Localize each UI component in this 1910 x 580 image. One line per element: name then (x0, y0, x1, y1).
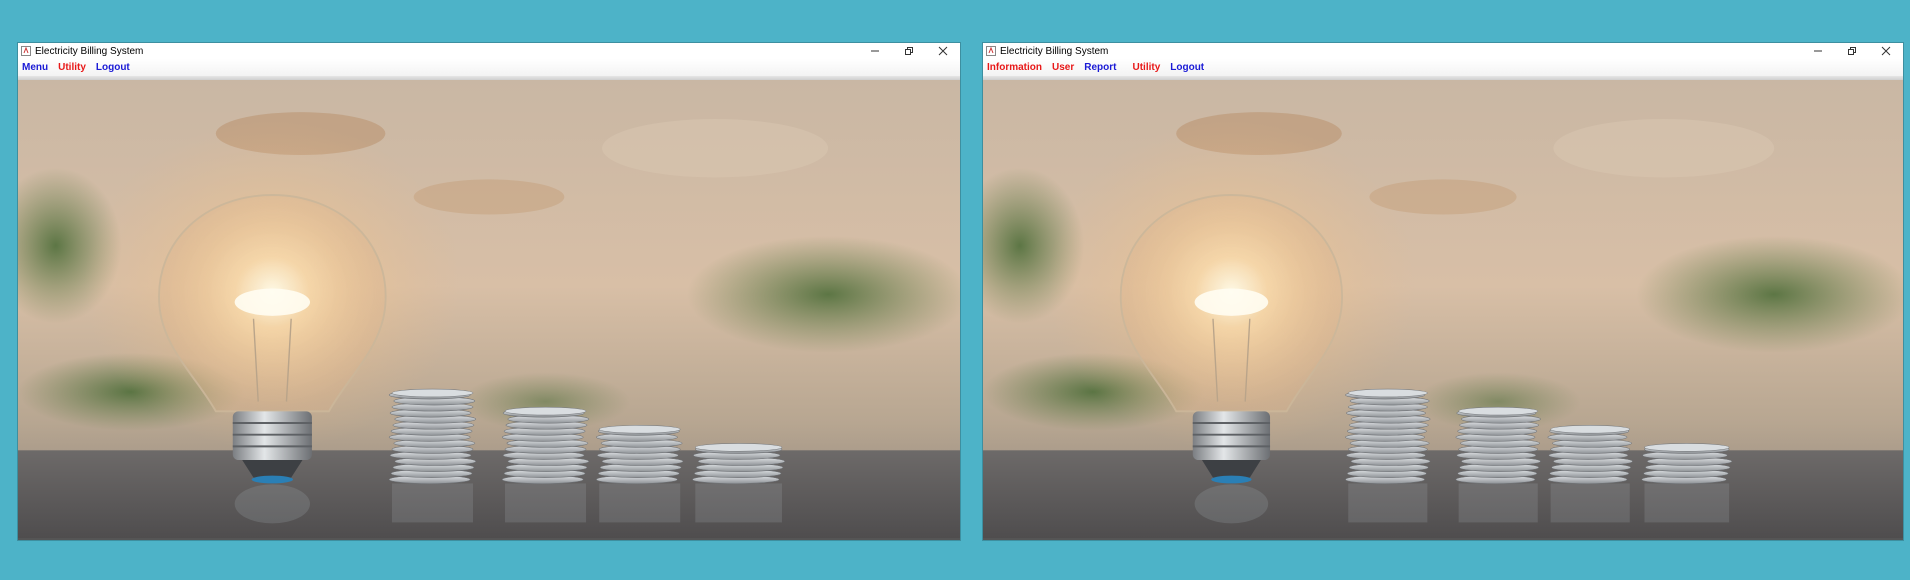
menu-information[interactable]: Information (987, 62, 1042, 73)
menu-bar: Information User Report Utility Logout (983, 59, 1903, 76)
menu-logout[interactable]: Logout (1170, 62, 1204, 73)
title-bar[interactable]: Electricity Billing System (18, 43, 960, 59)
menu-utility[interactable]: Utility (58, 62, 86, 73)
minimize-icon (1814, 50, 1822, 52)
menu-utility[interactable]: Utility (1132, 62, 1160, 73)
background-image (18, 80, 960, 540)
restore-icon (905, 47, 913, 55)
close-icon (1881, 46, 1891, 56)
java-app-icon (986, 46, 996, 56)
restore-button[interactable] (892, 43, 926, 59)
background-image (983, 80, 1903, 540)
menu-logout[interactable]: Logout (96, 62, 130, 73)
menu-report[interactable]: Report (1084, 62, 1116, 73)
close-button[interactable] (926, 43, 960, 59)
restore-icon (1848, 47, 1856, 55)
restore-button[interactable] (1835, 43, 1869, 59)
minimize-icon (871, 50, 879, 52)
window-title: Electricity Billing System (35, 45, 144, 57)
title-bar[interactable]: Electricity Billing System (983, 43, 1903, 59)
menu-menu[interactable]: Menu (22, 62, 48, 73)
minimize-button[interactable] (858, 43, 892, 59)
menu-user[interactable]: User (1052, 62, 1074, 73)
close-button[interactable] (1869, 43, 1903, 59)
window-title: Electricity Billing System (1000, 45, 1109, 57)
java-app-icon (21, 46, 31, 56)
minimize-button[interactable] (1801, 43, 1835, 59)
close-icon (938, 46, 948, 56)
app-window-admin: Electricity Billing System Menu Utility … (18, 43, 960, 540)
menu-bar: Menu Utility Logout (18, 59, 960, 76)
app-window-customer: Electricity Billing System Information U… (983, 43, 1903, 540)
